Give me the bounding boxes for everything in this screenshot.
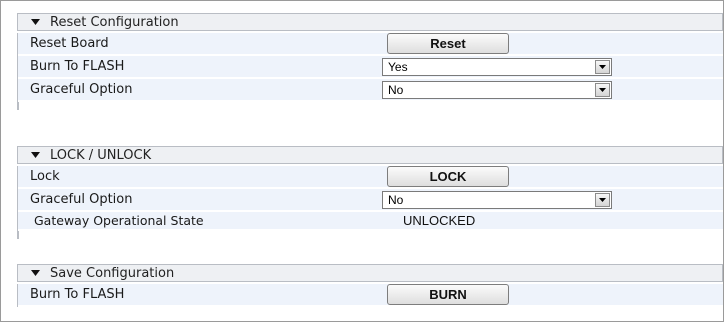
collapse-triangle-icon[interactable] [28,19,42,25]
save-configuration-header[interactable]: Save Configuration [17,264,723,282]
lock-button[interactable]: LOCK [387,166,509,187]
section-spacer [18,231,723,239]
dropdown-arrow-icon[interactable] [595,192,610,207]
section-title: Save Configuration [50,265,175,281]
burn-to-flash-row: Burn To FLASH Yes [18,56,723,79]
graceful-option-row: Graceful Option No [18,189,723,212]
graceful-option-value: No [388,82,404,97]
burn-to-flash-label: Burn To FLASH [30,59,125,74]
dropdown-arrow-icon[interactable] [595,59,610,74]
save-configuration-section: Save Configuration Burn To FLASH BURN [17,264,723,307]
burn-button[interactable]: BURN [387,284,509,305]
reset-board-label: Reset Board [30,36,109,51]
gateway-state-label: Gateway Operational State [34,213,204,228]
reset-board-row: Reset Board Reset [18,33,723,56]
burn-row: Burn To FLASH BURN [18,284,723,307]
reset-button[interactable]: Reset [387,33,509,54]
lock-row: Lock LOCK [18,166,723,189]
burn-to-flash-value: Yes [388,59,408,74]
gateway-state-row: Gateway Operational State UNLOCKED [18,212,723,231]
section-spacer [18,102,723,110]
collapse-triangle-icon[interactable] [28,152,42,158]
lock-label: Lock [30,169,60,184]
section-title: LOCK / UNLOCK [50,147,152,163]
graceful-option-value: No [388,192,404,207]
section-title: Reset Configuration [50,14,179,30]
burn-to-flash-select[interactable]: Yes [382,57,612,76]
graceful-option-label: Graceful Option [30,192,133,207]
save-configuration-body: Burn To FLASH BURN [17,284,723,307]
gateway-state-value: UNLOCKED [403,213,476,228]
reset-configuration-header[interactable]: Reset Configuration [17,13,723,31]
lock-unlock-section: LOCK / UNLOCK Lock LOCK Graceful Option … [17,146,723,239]
graceful-option-select[interactable]: No [382,80,612,99]
dropdown-arrow-icon[interactable] [595,82,610,97]
reset-configuration-section: Reset Configuration Reset Board Reset Bu… [17,13,723,110]
reset-configuration-body: Reset Board Reset Burn To FLASH Yes Grac… [17,33,723,110]
graceful-option-label: Graceful Option [30,82,133,97]
graceful-option-row: Graceful Option No [18,79,723,102]
burn-to-flash-label: Burn To FLASH [30,287,125,302]
lock-unlock-body: Lock LOCK Graceful Option No Gateway Ope… [17,166,723,239]
lock-graceful-option-select[interactable]: No [382,190,612,209]
collapse-triangle-icon[interactable] [28,270,42,276]
lock-unlock-header[interactable]: LOCK / UNLOCK [17,146,723,164]
